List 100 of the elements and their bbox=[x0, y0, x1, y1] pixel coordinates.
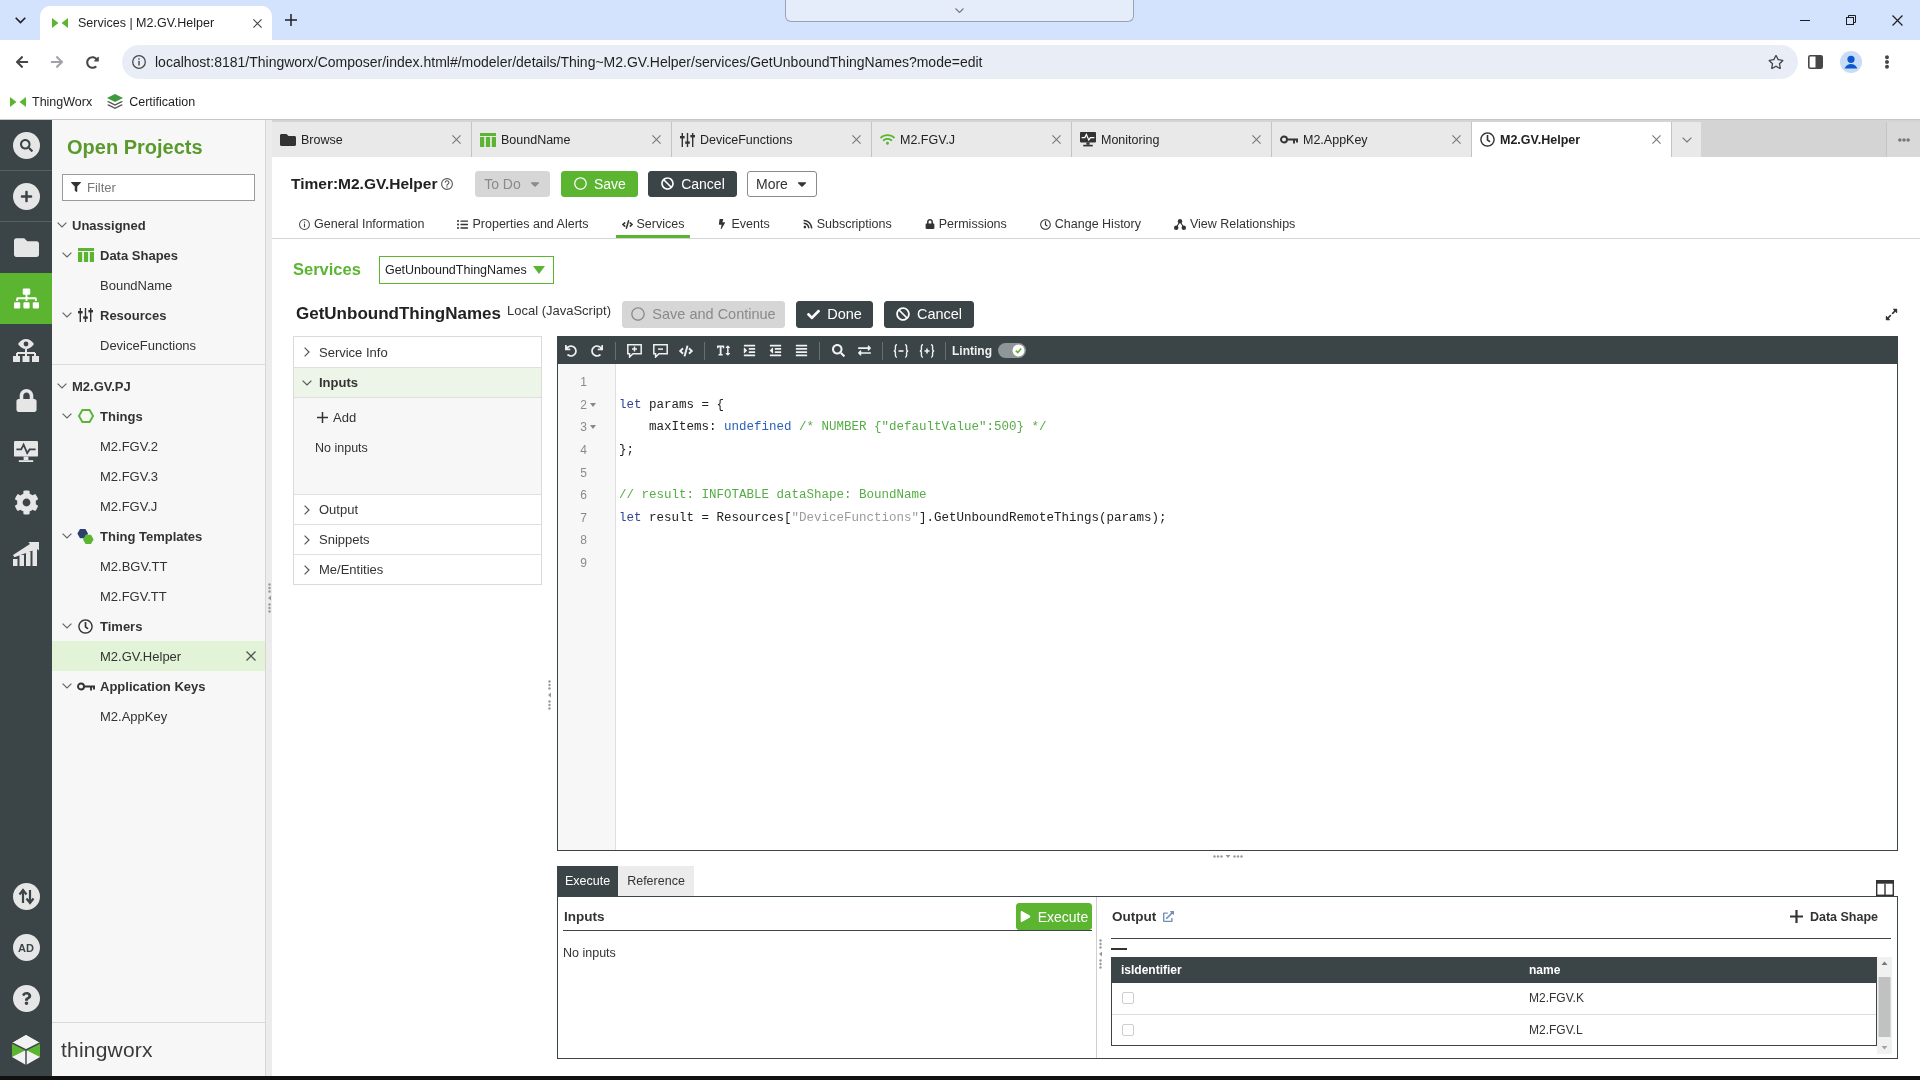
panel-tab[interactable]: Reference bbox=[618, 866, 694, 896]
entity-tab[interactable]: Monitoring bbox=[1072, 122, 1272, 157]
tree-item[interactable]: M2.BGV.TT bbox=[52, 551, 265, 581]
more-button[interactable]: More bbox=[747, 170, 818, 197]
add-button[interactable]: Add bbox=[317, 406, 357, 428]
tree-group[interactable]: Unassigned bbox=[52, 210, 265, 240]
side-panel-icon[interactable] bbox=[1807, 55, 1823, 69]
address-field[interactable]: localhost:8181/Thingworx/Composer/index.html#/modeler/details/Thing~M2.GV.Helper/services/GetUnboundThingNames?mode=edit bbox=[122, 45, 1798, 79]
tree-item[interactable]: M2.GV.Helper bbox=[52, 641, 265, 671]
detail-tab[interactable]: Change History bbox=[1033, 210, 1147, 238]
close-icon[interactable] bbox=[1891, 14, 1903, 26]
replace-icon[interactable] bbox=[857, 344, 871, 357]
line-number: 3 bbox=[580, 420, 587, 435]
tree-folder[interactable]: Things bbox=[52, 401, 265, 431]
collapse-braces-icon[interactable] bbox=[893, 343, 909, 358]
tree-item[interactable]: M2.FGV.2 bbox=[52, 431, 265, 461]
text-height-icon[interactable] bbox=[716, 344, 730, 357]
resize-grip-icon[interactable] bbox=[1099, 939, 1102, 969]
linting-toggle[interactable] bbox=[998, 343, 1026, 358]
profile-icon[interactable] bbox=[1840, 51, 1862, 73]
layout-icon[interactable] bbox=[1876, 880, 1894, 896]
dropdown-handle[interactable] bbox=[785, 0, 1134, 22]
popout-icon[interactable] bbox=[1163, 911, 1175, 922]
comment-minus-icon[interactable] bbox=[652, 343, 668, 358]
detail-tab[interactable]: View Relationships bbox=[1167, 210, 1302, 238]
eye-hierarchy-icon bbox=[13, 337, 39, 362]
minimize-icon[interactable] bbox=[1800, 19, 1810, 21]
accordion-header[interactable]: Inputs bbox=[294, 367, 541, 397]
layers-icon bbox=[107, 94, 124, 109]
close-icon[interactable] bbox=[253, 18, 262, 28]
tree-item[interactable]: M2.FGV.TT bbox=[52, 581, 265, 611]
comment-plus-icon[interactable] bbox=[626, 343, 642, 358]
checkbox[interactable] bbox=[1122, 992, 1134, 1004]
chevron-down-icon[interactable] bbox=[14, 16, 26, 24]
tree-item[interactable]: DeviceFunctions bbox=[52, 330, 265, 360]
tree-item[interactable]: BoundName bbox=[52, 270, 265, 300]
bookmark[interactable]: Certification bbox=[107, 94, 196, 109]
tree-folder[interactable]: Thing Templates bbox=[52, 521, 265, 551]
expand-braces-icon[interactable] bbox=[919, 343, 935, 358]
undo-icon[interactable] bbox=[565, 344, 577, 357]
fold-caret-icon[interactable] bbox=[590, 402, 596, 407]
close-icon[interactable] bbox=[246, 651, 256, 661]
tree-item[interactable]: M2.AppKey bbox=[52, 701, 265, 731]
outdent-icon[interactable] bbox=[768, 344, 782, 357]
help-icon[interactable] bbox=[441, 177, 454, 190]
tree-item[interactable]: M2.FGV.3 bbox=[52, 461, 265, 491]
resize-grip-icon[interactable] bbox=[548, 680, 551, 710]
lock-icon bbox=[924, 219, 935, 229]
fold-caret-icon[interactable] bbox=[590, 425, 596, 430]
line-number: 1 bbox=[580, 375, 587, 390]
back-arrow-icon[interactable] bbox=[15, 55, 29, 69]
star-icon[interactable] bbox=[1768, 54, 1784, 70]
scrollbar[interactable] bbox=[1877, 956, 1892, 1054]
line-number: 6 bbox=[580, 488, 587, 503]
cancel-button[interactable]: Cancel bbox=[884, 300, 974, 328]
service-dropdown[interactable]: GetUnboundThingNames bbox=[378, 255, 554, 284]
user-avatar[interactable]: AD bbox=[12, 934, 40, 961]
browser-tab[interactable]: Services | M2.GV.Helper bbox=[40, 6, 272, 40]
search-icon[interactable] bbox=[831, 344, 845, 357]
tree-folder[interactable]: Application Keys bbox=[52, 671, 265, 701]
tree-folder[interactable]: Timers bbox=[52, 611, 265, 641]
resize-grip-icon[interactable] bbox=[1212, 855, 1243, 858]
tree-folder[interactable]: Data Shapes bbox=[52, 240, 265, 270]
entity-tab[interactable]: BoundName bbox=[472, 122, 672, 157]
detail-tab[interactable]: Properties and Alerts bbox=[451, 210, 595, 238]
bookmark[interactable]: ThingWorx bbox=[10, 94, 93, 109]
detail-tab[interactable]: General Information bbox=[293, 210, 431, 238]
tree-item[interactable]: M2.FGV.J bbox=[52, 491, 265, 521]
entity-tab[interactable]: Browse bbox=[272, 122, 472, 157]
code-icon[interactable] bbox=[679, 343, 693, 358]
pane-title: Inputs bbox=[564, 909, 605, 924]
align-justify-icon[interactable] bbox=[794, 344, 808, 357]
checkbox[interactable] bbox=[1122, 1023, 1134, 1036]
reload-icon[interactable] bbox=[85, 55, 99, 69]
tree-group[interactable]: M2.GV.PJ bbox=[52, 371, 265, 401]
detail-tab[interactable]: Services bbox=[615, 210, 691, 238]
entity-tab[interactable]: M2.FGV.J bbox=[872, 122, 1072, 157]
detail-tab[interactable]: Events bbox=[711, 210, 776, 238]
resize-grip-icon[interactable] bbox=[267, 583, 271, 613]
expand-icon[interactable] bbox=[1885, 307, 1898, 321]
entity-tab[interactable]: DeviceFunctions bbox=[672, 122, 872, 157]
empty-message: No inputs bbox=[563, 945, 617, 962]
detail-tab[interactable]: Permissions bbox=[918, 210, 1013, 238]
swap-arrows-icon[interactable] bbox=[12, 883, 40, 910]
cancel-button[interactable]: Cancel bbox=[648, 170, 738, 197]
detail-tab[interactable]: Subscriptions bbox=[796, 210, 898, 238]
help-icon[interactable] bbox=[12, 985, 40, 1012]
line-number: 7 bbox=[580, 510, 587, 525]
done-button[interactable]: Done bbox=[796, 300, 873, 328]
redo-icon[interactable] bbox=[591, 344, 603, 357]
tree-folder[interactable]: Resources bbox=[52, 300, 265, 330]
panel-tab[interactable]: Execute bbox=[557, 866, 619, 896]
restore-icon[interactable] bbox=[1846, 15, 1856, 25]
indent-icon[interactable] bbox=[742, 344, 756, 357]
entity-tab[interactable]: M2.AppKey bbox=[1272, 122, 1472, 157]
entity-tab[interactable]: M2.GV.Helper bbox=[1472, 122, 1672, 157]
info-icon[interactable] bbox=[132, 55, 146, 69]
plus-icon[interactable] bbox=[285, 14, 297, 26]
info-icon bbox=[299, 218, 310, 230]
filter-field[interactable]: Filter bbox=[62, 174, 255, 201]
